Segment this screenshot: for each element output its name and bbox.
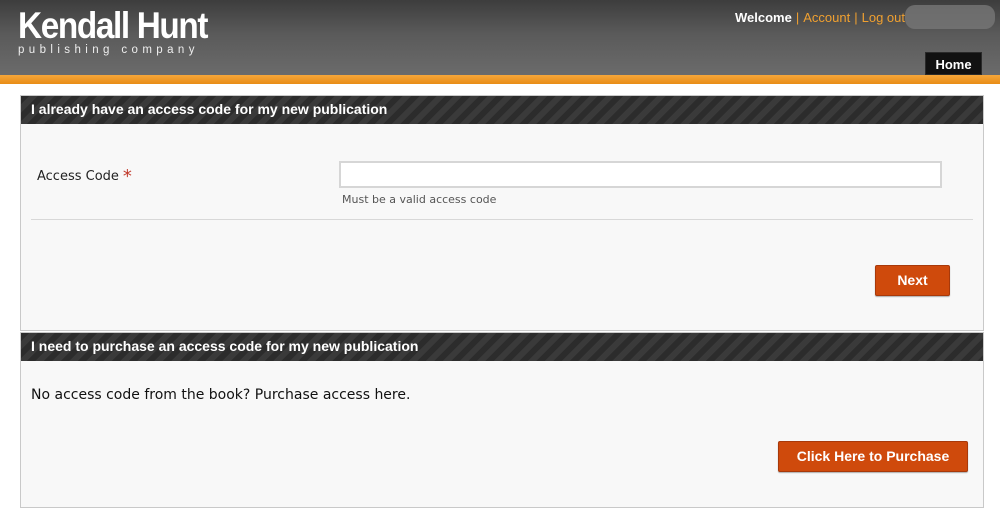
link-separator: | <box>854 10 858 25</box>
nav-tab-home[interactable]: Home <box>925 52 982 75</box>
purchase-button[interactable]: Click Here to Purchase <box>778 441 968 472</box>
purchase-info-text: No access code from the book? Purchase a… <box>31 387 411 403</box>
purchase-panel: I need to purchase an access code for my… <box>20 332 984 508</box>
access-code-panel: I already have an access code for my new… <box>20 95 984 331</box>
form-divider <box>31 219 973 220</box>
welcome-text: Welcome <box>735 10 792 25</box>
user-links: Welcome | Account | Log out <box>735 10 905 25</box>
link-separator: | <box>795 10 800 25</box>
panel-title: I already have an access code for my new… <box>21 96 983 124</box>
access-code-help-text: Must be a valid access code <box>342 193 497 206</box>
panel-title: I need to purchase an access code for my… <box>21 333 983 361</box>
logout-link[interactable]: Log out <box>862 10 905 25</box>
access-code-input[interactable] <box>339 161 942 188</box>
redacted-username <box>905 5 995 29</box>
logo-wordmark: Kendall Hunt <box>18 5 209 46</box>
access-code-label-text: Access Code <box>37 169 119 184</box>
access-code-label: Access Code * <box>37 164 132 187</box>
header-accent-bar <box>0 75 1000 84</box>
required-asterisk: * <box>122 166 132 187</box>
next-button[interactable]: Next <box>875 265 950 296</box>
kendall-hunt-logo[interactable]: Kendall Hunt publishing company <box>18 5 228 57</box>
account-link[interactable]: Account <box>803 10 850 25</box>
site-header: Kendall Hunt publishing company Welcome |… <box>0 0 1000 75</box>
